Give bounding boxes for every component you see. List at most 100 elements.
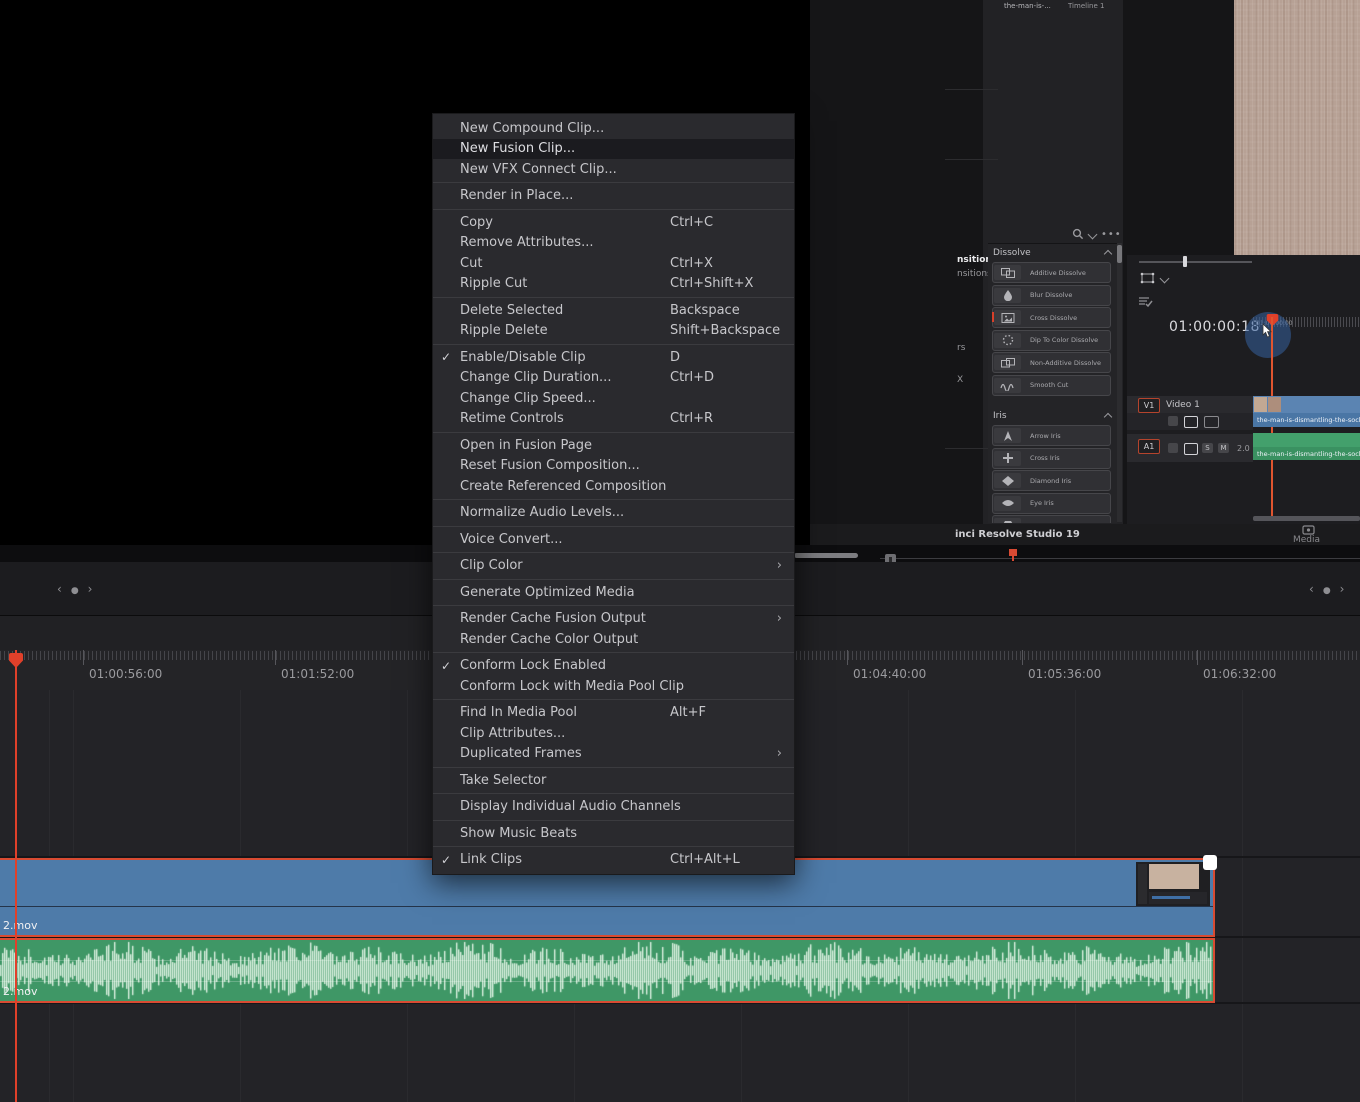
fx-eye-iris[interactable]: Eye Iris (992, 493, 1111, 514)
menu-item-render-cache-color-output[interactable]: Render Cache Color Output (433, 629, 794, 650)
a1-badge[interactable]: A1 (1138, 439, 1160, 454)
menu-item-render-in-place[interactable]: Render in Place... (433, 186, 794, 207)
menu-item-clip-attributes[interactable]: Clip Attributes... (433, 723, 794, 744)
search-options-chevron-icon[interactable] (1088, 229, 1098, 239)
menu-item-conform-lock-enabled[interactable]: ✓Conform Lock Enabled (433, 656, 794, 677)
fx-additive-dissolve[interactable]: Additive Dissolve (992, 262, 1111, 283)
mini-timeline-scrollbar[interactable] (1253, 516, 1360, 521)
more-options-icon[interactable]: ••• (1101, 229, 1122, 240)
menu-item-ripple-delete[interactable]: Ripple DeleteShift+Backspace (433, 321, 794, 342)
sidebar-item-x-3[interactable]: X (957, 375, 963, 385)
fx-non-additive-dissolve[interactable]: Non-Additive Dissolve (992, 352, 1111, 373)
window-title: inci Resolve Studio 19 (955, 529, 1080, 540)
menu-item-new-vfx-connect-clip[interactable]: New VFX Connect Clip... (433, 159, 794, 180)
menu-item-show-music-beats[interactable]: Show Music Beats (433, 823, 794, 844)
menu-item-change-clip-speed[interactable]: Change Clip Speed... (433, 388, 794, 409)
hexagon-iris-icon (994, 518, 1021, 523)
menu-item-duplicated-frames[interactable]: Duplicated Frames› (433, 744, 794, 765)
fx-cross-iris[interactable]: Cross Iris (992, 448, 1111, 469)
box-select-chevron-icon[interactable] (1160, 273, 1170, 283)
menu-item-new-fusion-clip[interactable]: New Fusion Clip... (433, 139, 794, 160)
blur-dissolve-icon (994, 288, 1021, 303)
viewer-pager-right[interactable]: ‹●› (1309, 582, 1353, 596)
menu-item-copy[interactable]: CopyCtrl+C (433, 212, 794, 233)
menu-item-link-clips[interactable]: ✓Link ClipsCtrl+Alt+L (433, 850, 794, 871)
effects-scrollbar[interactable] (1117, 243, 1122, 522)
fx-hexagon-iris[interactable]: Hexagon Iris (992, 515, 1111, 523)
effects-section-iris[interactable]: Iris (988, 407, 1117, 425)
sidebar-item-nsitions-1[interactable]: nsitions (957, 269, 992, 279)
solo-button[interactable]: S (1202, 443, 1213, 453)
menu-item-cut[interactable]: CutCtrl+X (433, 253, 794, 274)
v1-badge[interactable]: V1 (1138, 398, 1160, 413)
mini-zoom-slider-handle[interactable] (1183, 256, 1187, 267)
menu-item-take-selector[interactable]: Take Selector (433, 770, 794, 791)
fx-diamond-iris[interactable]: Diamond Iris (992, 470, 1111, 491)
audio-scrub-marker[interactable] (1008, 548, 1018, 562)
auto-select-icon[interactable] (1184, 416, 1198, 428)
filmstrip-icon[interactable] (1204, 416, 1219, 428)
sidebar-item-rs-2[interactable]: rs (957, 343, 965, 353)
menu-item-reset-fusion-composition[interactable]: Reset Fusion Composition... (433, 456, 794, 477)
audio-clip[interactable]: 2.mov (0, 938, 1215, 1003)
clip-edit-handle[interactable] (1203, 855, 1217, 870)
list-check-icon[interactable] (1138, 296, 1154, 308)
mini-audio-clip[interactable] (1253, 433, 1360, 447)
mini-viewer-tools (1140, 272, 1168, 284)
menu-item-retime-controls[interactable]: Retime ControlsCtrl+R (433, 409, 794, 430)
menu-item-display-individual-audio-channels[interactable]: Display Individual Audio Channels (433, 797, 794, 818)
menu-item-normalize-audio-levels[interactable]: Normalize Audio Levels... (433, 503, 794, 524)
tab-clip[interactable]: the-man-is-... (1004, 2, 1051, 10)
search-icon[interactable] (1072, 228, 1084, 240)
fx-label: Diamond Iris (1030, 477, 1071, 485)
menu-item-voice-convert[interactable]: Voice Convert... (433, 529, 794, 550)
eye-iris-icon (994, 496, 1021, 511)
track-lock-icon[interactable] (1168, 443, 1178, 453)
mini-zoom-slider[interactable] (1139, 261, 1252, 263)
fx-smooth-cut[interactable]: Smooth Cut (992, 375, 1111, 396)
menu-item-enable-disable-clip[interactable]: ✓Enable/Disable ClipD (433, 347, 794, 368)
menu-item-new-compound-clip[interactable]: New Compound Clip... (433, 118, 794, 139)
collapse-chevron-icon[interactable] (1104, 250, 1112, 258)
menu-item-create-referenced-composition[interactable]: Create Referenced Composition (433, 476, 794, 497)
scrub-track[interactable] (880, 558, 1360, 559)
menu-item-conform-lock-with-media-pool-clip[interactable]: Conform Lock with Media Pool Clip (433, 676, 794, 697)
mini-audio-clip-name[interactable]: the-man-is-dismantling-the-sock (1253, 447, 1360, 460)
menu-item-generate-optimized-media[interactable]: Generate Optimized Media (433, 582, 794, 603)
menu-item-render-cache-fusion-output[interactable]: Render Cache Fusion Output› (433, 609, 794, 630)
mini-video-clip-name[interactable]: the-man-is-dismantling-the-sock (1253, 413, 1360, 427)
menu-separator (433, 793, 794, 794)
menu-item-find-in-media-pool[interactable]: Find In Media PoolAlt+F (433, 703, 794, 724)
collapse-chevron-icon[interactable] (1104, 413, 1112, 421)
viewer-pager-left[interactable]: ‹●› (57, 582, 101, 596)
playhead-pin[interactable] (8, 652, 24, 669)
menu-item-change-clip-duration[interactable]: Change Clip Duration...Ctrl+D (433, 368, 794, 389)
box-select-icon[interactable] (1140, 272, 1155, 284)
timeline-playhead[interactable] (15, 650, 17, 1102)
menu-item-label: Voice Convert... (460, 532, 563, 547)
menu-item-delete-selected[interactable]: Delete SelectedBackspace (433, 300, 794, 321)
menu-item-open-in-fusion-page[interactable]: Open in Fusion Page (433, 435, 794, 456)
clip-context-menu: New Compound Clip...New Fusion Clip...Ne… (432, 113, 795, 875)
mini-video-clip[interactable] (1253, 396, 1360, 413)
arrow-iris-icon (994, 428, 1021, 443)
fx-cross-dissolve[interactable]: Cross Dissolve (992, 307, 1111, 328)
auto-select-icon[interactable] (1184, 443, 1198, 455)
mute-button[interactable]: M (1218, 443, 1229, 453)
submenu-arrow-icon: › (777, 558, 782, 573)
menu-item-clip-color[interactable]: Clip Color› (433, 556, 794, 577)
media-page-icon[interactable] (1302, 525, 1315, 535)
fx-blur-dissolve[interactable]: Blur Dissolve (992, 285, 1111, 306)
horizontal-scrollbar[interactable] (794, 553, 858, 558)
menu-item-label: Conform Lock Enabled (460, 658, 606, 673)
track-lock-icon[interactable] (1168, 416, 1178, 426)
menu-item-remove-attributes[interactable]: Remove Attributes... (433, 233, 794, 254)
menu-item-shortcut: Ctrl+D (670, 370, 714, 385)
fx-arrow-iris[interactable]: Arrow Iris (992, 425, 1111, 446)
effects-section-dissolve[interactable]: Dissolve (988, 244, 1117, 262)
fx-dip-to-color-dissolve[interactable]: Dip To Color Dissolve (992, 330, 1111, 351)
menu-item-ripple-cut[interactable]: Ripple CutCtrl+Shift+X (433, 274, 794, 295)
media-page-label[interactable]: Media (1293, 535, 1320, 545)
tab-timeline[interactable]: Timeline 1 (1068, 2, 1104, 10)
menu-item-shortcut: Ctrl+C (670, 215, 713, 230)
